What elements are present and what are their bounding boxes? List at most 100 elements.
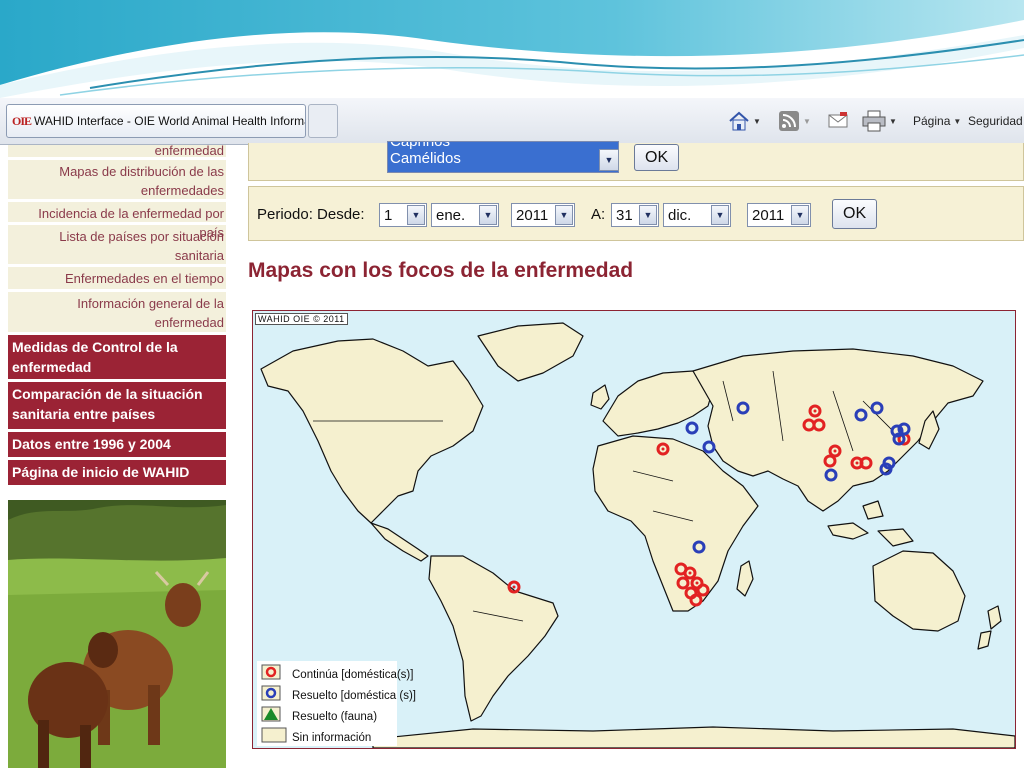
chevron-down-icon: ▼	[643, 210, 653, 220]
marker-center	[512, 585, 516, 589]
sidebar-item-label: enfermedad	[154, 145, 224, 158]
to-day-select[interactable]: 31 ▼	[611, 203, 659, 227]
sidebar-item-label: Información general de la enfermedad	[77, 296, 224, 330]
to-day-value: 31	[616, 206, 633, 224]
sidebar-item-distribution-maps[interactable]: Mapas de distribución de las enfermedade…	[8, 160, 226, 202]
marker-center	[695, 581, 699, 585]
sidebar-item-diseases-over-time[interactable]: Enfermedades en el tiempo	[8, 267, 226, 292]
rss-button[interactable]: ▼	[778, 110, 811, 132]
print-button[interactable]: ▼	[862, 110, 897, 132]
sidebar-section-control-measures[interactable]: Medidas de Control de la enfermedad	[8, 335, 226, 382]
chevron-down-icon: ▼	[715, 210, 725, 220]
legend-label: Continúa [doméstica(s)]	[292, 668, 414, 681]
print-icon	[862, 110, 886, 132]
browser-tab[interactable]: OIE WAHID Interface - OIE World Animal H…	[6, 104, 306, 138]
legend-item-fauna: Resuelto (fauna)	[292, 706, 416, 727]
read-mail-icon	[828, 112, 848, 128]
sidebar-item-incidence-by-country[interactable]: Incidencia de la enfermedad por país	[8, 202, 226, 240]
species-option[interactable]: Caprinos	[388, 142, 618, 150]
from-year-value: 2011	[516, 206, 549, 224]
sidebar-section-wahid-home[interactable]: Página de inicio de WAHID	[8, 460, 226, 488]
legend-label: Sin información	[292, 731, 372, 744]
marker-center	[813, 409, 817, 413]
marker-center	[661, 447, 665, 451]
indonesia-landmass	[827, 500, 914, 547]
marker-center	[833, 449, 837, 453]
species-ok-button[interactable]: OK	[634, 144, 680, 171]
outbreak-map[interactable]: WAHID OIE © 2011 Continúa [doméstica(s)]…	[252, 310, 1016, 749]
sidebar-item-label: Lista de países por situación sanitaria	[59, 229, 224, 263]
from-day-value: 1	[384, 206, 393, 224]
chevron-down-icon: ▼	[604, 155, 614, 165]
new-tab-button[interactable]	[308, 104, 338, 138]
dropdown-arrow[interactable]: ▼	[639, 205, 657, 225]
south-america-landmass	[428, 555, 559, 722]
from-month-value: ene.	[436, 206, 466, 224]
to-year-select[interactable]: 2011 ▼	[747, 203, 811, 227]
species-option-selected[interactable]: Camélidos	[388, 150, 618, 167]
outbreak-resolved-marker[interactable]	[685, 421, 699, 435]
page-menu[interactable]: Página ▼	[913, 110, 961, 132]
sidebar-item-partial[interactable]: enfermedad	[8, 145, 226, 160]
legend-item-resolved: Resuelto [doméstica (s)]	[292, 685, 416, 706]
sidebar-section-label: Datos entre 1996 y 2004	[12, 436, 171, 452]
sidebar-nav: enfermedad Mapas de distribución de las …	[8, 145, 226, 488]
chevron-down-icon: ▼	[795, 210, 805, 220]
sidebar-item-label: Enfermedades en el tiempo	[65, 271, 224, 286]
to-year-value: 2011	[752, 206, 785, 224]
species-listbox-scroll[interactable]: ▼	[599, 149, 619, 171]
security-menu-label: Seguridad	[968, 114, 1023, 128]
to-month-select[interactable]: dic. ▼	[663, 203, 731, 227]
browser-toolbar: OIE WAHID Interface - OIE World Animal H…	[0, 98, 1024, 145]
page-menu-label: Página	[913, 114, 951, 128]
marker-center	[855, 461, 859, 465]
central-america-landmass	[370, 522, 429, 562]
madagascar-landmass	[736, 560, 754, 597]
sidebar-item-country-list[interactable]: Lista de países por situación sanitaria	[8, 225, 226, 267]
period-filter-panel: Periodo: Desde: 1 ▼ ene. ▼ 2011 ▼ A: 31 …	[248, 186, 1024, 241]
rss-feed-icon	[779, 111, 799, 131]
sidebar-item-general-info[interactable]: Información general de la enfermedad	[8, 292, 226, 335]
home-icon	[729, 111, 749, 131]
dropdown-arrow[interactable]: ▼	[791, 205, 809, 225]
sidebar-section-label: Comparación de la situación sanitaria en…	[12, 386, 203, 422]
from-day-select[interactable]: 1 ▼	[379, 203, 427, 227]
antarctica-landmass	[372, 726, 1015, 748]
security-menu[interactable]: Seguridad ▼	[968, 110, 1024, 132]
species-listbox[interactable]: Caprinos Camélidos	[387, 141, 619, 173]
dropdown-arrow[interactable]: ▼	[479, 205, 497, 225]
from-month-select[interactable]: ene. ▼	[431, 203, 499, 227]
legend-sym-no-info	[261, 727, 287, 743]
read-mail-button[interactable]	[828, 110, 848, 132]
dropdown-arrow[interactable]: ▼	[711, 205, 729, 225]
outbreak-resolved-marker[interactable]	[702, 440, 716, 454]
north-america-landmass	[260, 338, 484, 524]
chevron-down-icon: ▼	[559, 210, 569, 220]
australia-landmass	[872, 550, 966, 632]
period-label: Periodo: Desde:	[257, 206, 365, 223]
sidebar-section-label: Página de inicio de WAHID	[12, 464, 190, 480]
legend-label: Resuelto (fauna)	[292, 710, 378, 723]
legend-item-continuing: Continúa [doméstica(s)]	[292, 664, 416, 685]
chevron-down-icon: ▼	[483, 210, 493, 220]
period-ok-button[interactable]: OK	[832, 199, 878, 229]
sidebar-section-comparison[interactable]: Comparación de la situación sanitaria en…	[8, 382, 226, 432]
map-legend: Continúa [doméstica(s)] Resuelto [domést…	[289, 664, 419, 748]
cattle-photo	[8, 500, 226, 768]
dropdown-arrow[interactable]: ▼	[407, 205, 425, 225]
oie-favicon-icon: OIE	[12, 113, 32, 128]
species-filter-panel: Caprinos Camélidos ▼ OK	[248, 141, 1024, 181]
legend-item-no-info: Sin información	[292, 727, 416, 748]
tab-title: WAHID Interface - OIE World Animal Healt…	[34, 114, 305, 128]
dropdown-arrow[interactable]: ▼	[555, 205, 573, 225]
sidebar-section-label: Medidas de Control de la enfermedad	[12, 339, 178, 375]
from-year-select[interactable]: 2011 ▼	[511, 203, 575, 227]
uk-landmass	[590, 384, 610, 410]
marker-center	[688, 571, 692, 575]
to-month-value: dic.	[668, 206, 692, 224]
to-label: A:	[591, 206, 606, 223]
legend-label: Resuelto [doméstica (s)]	[292, 689, 416, 702]
sidebar-item-label: Mapas de distribución de las enfermedade…	[59, 164, 224, 198]
home-button[interactable]: ▼	[728, 110, 761, 132]
sidebar-section-data-1996-2004[interactable]: Datos entre 1996 y 2004	[8, 432, 226, 460]
